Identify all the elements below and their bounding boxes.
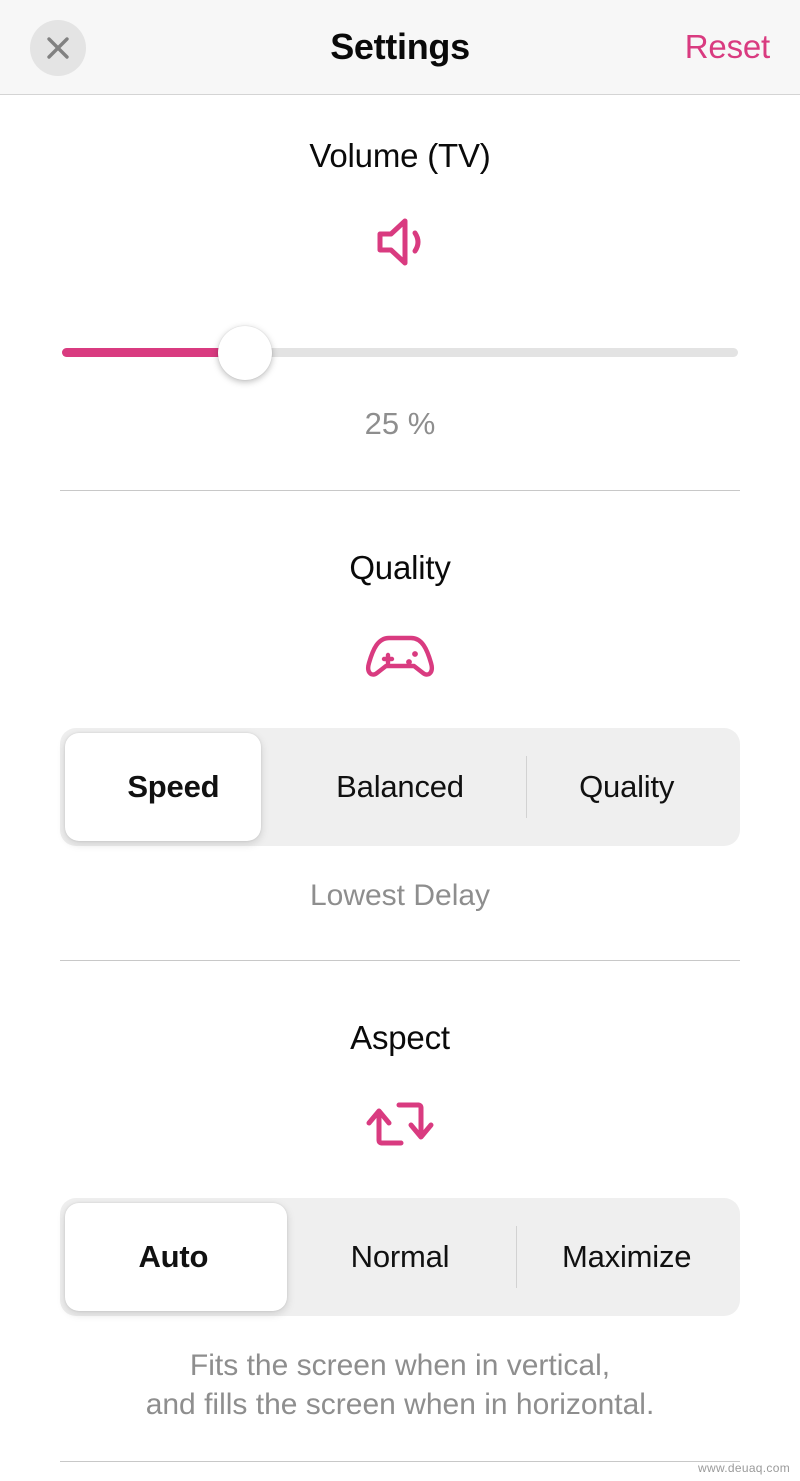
volume-section: Volume (TV) 25 % <box>0 95 800 491</box>
header-bar: Settings Reset <box>0 0 800 95</box>
rotate-repeat-icon <box>365 1095 435 1158</box>
aspect-option-normal[interactable]: Normal <box>287 1198 514 1316</box>
quality-icon-wrap <box>0 625 800 688</box>
site-watermark: www.deuaq.com <box>698 1461 790 1475</box>
volume-slider[interactable] <box>0 324 800 384</box>
page-title: Settings <box>330 26 470 67</box>
aspect-section: Aspect Auto Normal Maximize Fits the scr… <box>0 961 800 1462</box>
gamepad-icon <box>362 625 438 688</box>
aspect-caption-line-2: and fills the screen when in horizontal. <box>145 1388 655 1422</box>
section-divider-3 <box>60 1460 740 1462</box>
quality-option-quality[interactable]: Quality <box>513 728 740 846</box>
volume-section-title: Volume (TV) <box>309 137 491 174</box>
speaker-volume-icon <box>369 213 431 276</box>
quality-caption: Lowest Delay <box>309 879 491 912</box>
aspect-icon-wrap <box>0 1095 800 1158</box>
reset-button[interactable]: Reset <box>685 28 770 66</box>
quality-segmented-control[interactable]: Speed Balanced Quality <box>60 728 740 846</box>
aspect-option-auto[interactable]: Auto <box>60 1198 287 1316</box>
quality-section: Quality Speed Balanced Quality Lowest De… <box>0 491 800 961</box>
quality-section-title: Quality <box>349 549 451 586</box>
settings-screen: Settings Reset Volume (TV) 25 % Quality <box>0 0 800 1481</box>
quality-option-balanced[interactable]: Balanced <box>287 728 514 846</box>
volume-value-label: 25 % <box>364 406 436 441</box>
volume-slider-thumb[interactable] <box>217 326 272 380</box>
volume-slider-track[interactable] <box>62 326 738 380</box>
volume-icon-wrap <box>0 213 800 276</box>
aspect-option-maximize[interactable]: Maximize <box>513 1198 740 1316</box>
quality-option-speed[interactable]: Speed <box>60 728 287 846</box>
aspect-segmented-control[interactable]: Auto Normal Maximize <box>60 1197 740 1316</box>
aspect-section-title: Aspect <box>350 1018 450 1056</box>
aspect-caption-line-1: Fits the screen when in vertical, <box>189 1348 611 1382</box>
aspect-caption: Fits the screen when in vertical, and fi… <box>0 1346 800 1425</box>
